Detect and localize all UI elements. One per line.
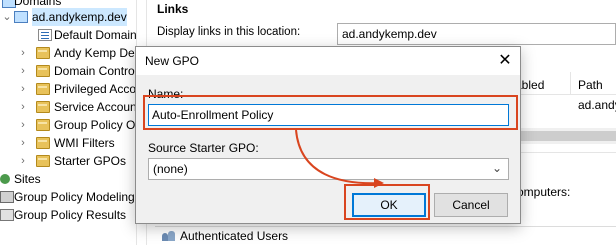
tree-item-label: Group Policy Modeling bbox=[14, 190, 135, 204]
tree-item-label: Default Domain bbox=[54, 28, 136, 42]
modeling-icon bbox=[0, 191, 14, 203]
new-gpo-dialog: New GPO ✕ Name: Source Starter GPO: (non… bbox=[135, 46, 521, 224]
starter-gpo-select[interactable]: (none) ⌄ bbox=[148, 158, 509, 180]
security-list-item[interactable]: Authenticated Users bbox=[180, 229, 288, 243]
ou-folder-icon bbox=[36, 101, 50, 113]
chevron-right-icon[interactable]: › bbox=[18, 62, 28, 80]
chevron-right-icon[interactable]: › bbox=[18, 134, 28, 152]
links-heading: Links bbox=[157, 2, 189, 16]
chevron-right-icon[interactable]: › bbox=[18, 44, 28, 62]
chevron-right-icon[interactable]: › bbox=[18, 80, 28, 98]
tree-item-label: WMI Filters bbox=[54, 136, 115, 150]
tree-item-label: Group Policy Results bbox=[14, 208, 127, 222]
path-cell: ad.andy bbox=[578, 98, 616, 112]
tree-item-label: Domain Contro bbox=[54, 64, 135, 78]
results-icon bbox=[0, 209, 14, 221]
ou-folder-icon bbox=[36, 83, 50, 95]
column-header-path[interactable]: Path bbox=[578, 78, 603, 92]
chevron-right-icon[interactable]: › bbox=[18, 152, 28, 170]
chevron-down-icon: ⌄ bbox=[491, 161, 502, 175]
name-highlight-box bbox=[143, 95, 518, 130]
close-icon[interactable]: ✕ bbox=[491, 48, 519, 74]
tree-item-label: Service Accoun bbox=[54, 100, 136, 114]
chevron-right-icon[interactable]: › bbox=[18, 98, 28, 116]
console-tree: Domains ⌄ ad.andykemp.dev Default Domain… bbox=[0, 0, 136, 245]
tree-item-label: Privileged Acco bbox=[54, 82, 136, 96]
ou-folder-icon bbox=[36, 47, 50, 59]
scrollbar-thumb[interactable] bbox=[510, 131, 616, 141]
column-separator[interactable] bbox=[570, 72, 571, 94]
cancel-button[interactable]: Cancel bbox=[434, 193, 508, 217]
ou-folder-icon bbox=[36, 65, 50, 77]
tree-item-label: Starter GPOs bbox=[54, 154, 127, 168]
tree-item-label: ad.andykemp.dev bbox=[32, 8, 127, 26]
chevron-right-icon[interactable]: › bbox=[18, 116, 28, 134]
starter-gpo-value: (none) bbox=[153, 162, 188, 176]
gpo-link-icon bbox=[38, 29, 52, 41]
gpo-folder-icon bbox=[36, 119, 50, 131]
security-filter-label: omputers: bbox=[517, 185, 571, 199]
tree-item-label: Andy Kemp Dev bbox=[54, 46, 136, 60]
tree-item-label: Sites bbox=[14, 172, 41, 186]
chevron-down-icon[interactable]: ⌄ bbox=[2, 8, 12, 26]
section-divider bbox=[510, 152, 616, 153]
wmi-folder-icon bbox=[36, 137, 50, 149]
tree-item-label: Group Policy Ob bbox=[54, 118, 136, 132]
links-description: Display links in this location: bbox=[157, 26, 301, 38]
location-select[interactable]: ad.andykemp.dev bbox=[337, 23, 616, 45]
sites-icon bbox=[0, 174, 10, 184]
dialog-title: New GPO bbox=[145, 54, 200, 68]
starter-gpo-folder-icon bbox=[36, 155, 50, 167]
domain-icon bbox=[14, 11, 28, 23]
starter-gpo-label: Source Starter GPO: bbox=[148, 141, 259, 155]
ok-highlight-box bbox=[344, 184, 430, 220]
users-group-icon bbox=[162, 231, 176, 241]
